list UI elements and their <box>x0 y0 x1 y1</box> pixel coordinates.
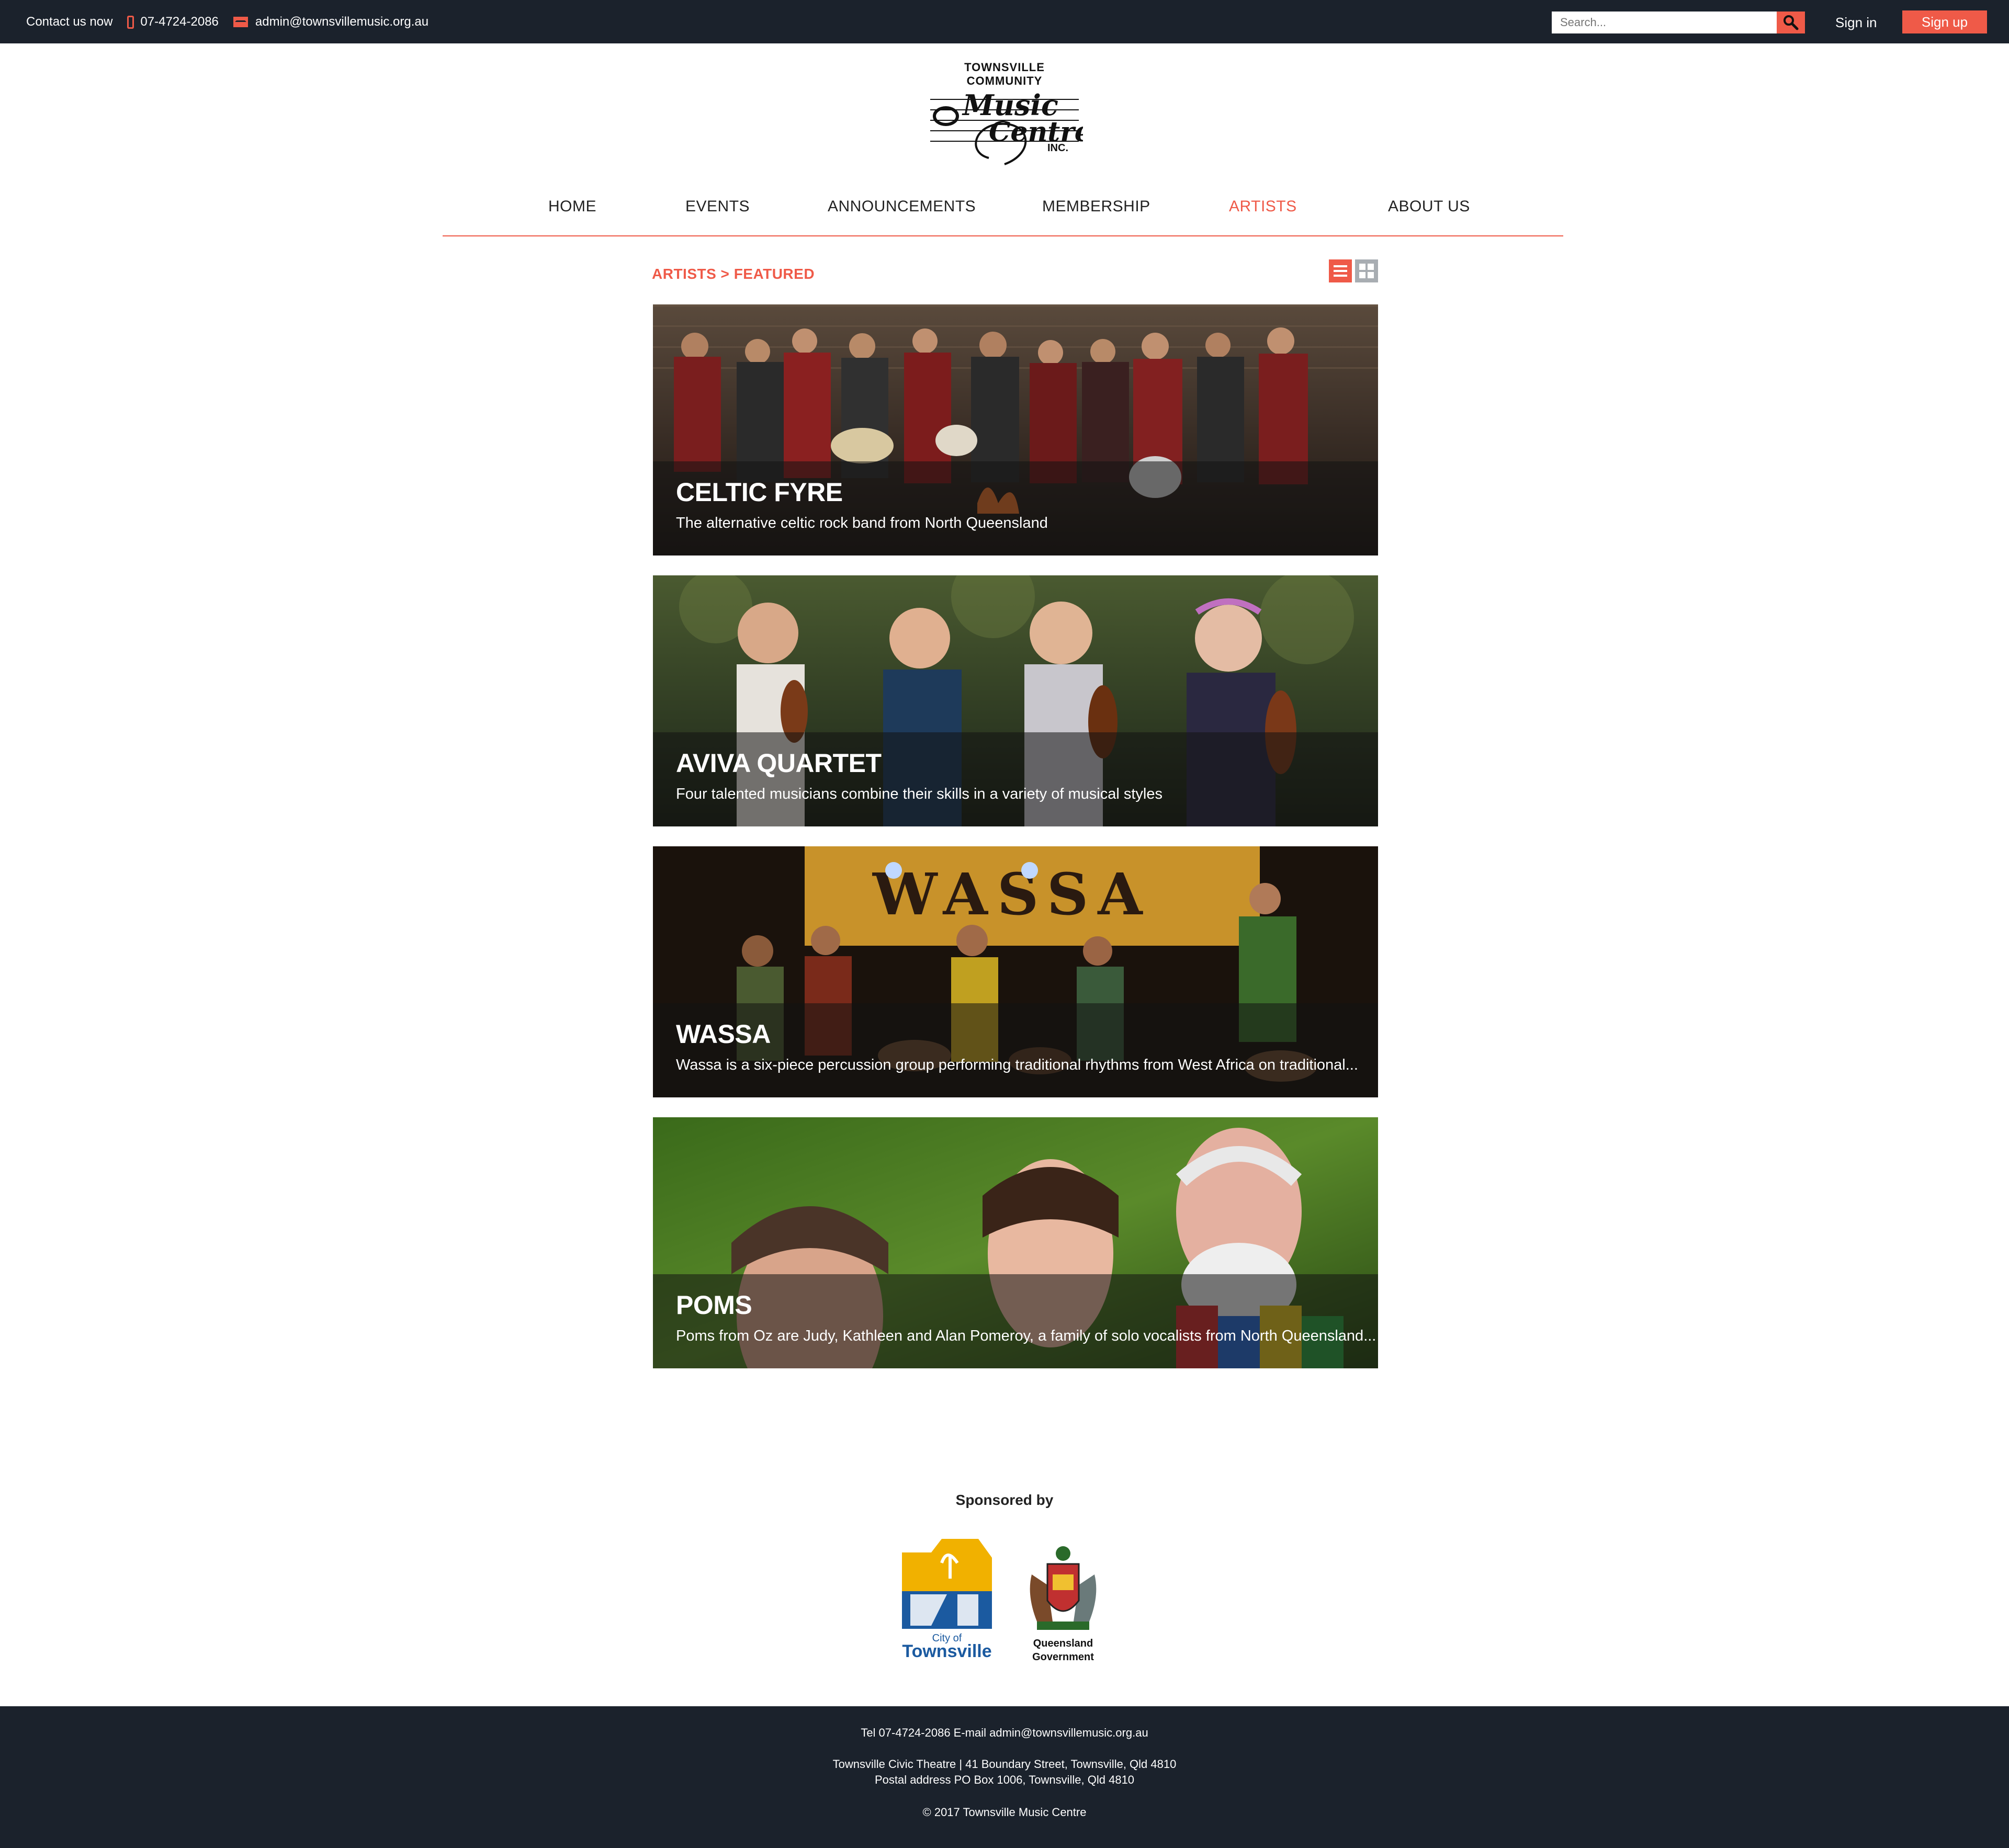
phone-icon <box>127 15 134 29</box>
artist-card-aviva-quartet[interactable]: AVIVA QUARTET Four talented musicians co… <box>653 575 1378 826</box>
sign-in-link[interactable]: Sign in <box>1835 12 1877 33</box>
footer-copyright: © 2017 Townsville Music Centre <box>922 1806 1087 1819</box>
card-caption-overlay <box>653 461 1378 555</box>
list-view-toggle[interactable] <box>1329 259 1352 282</box>
nav-events[interactable]: EVENTS <box>685 198 750 216</box>
site-footer: Tel 07-4724-2086 E-mail admin@townsville… <box>0 1706 2009 1848</box>
card-caption-overlay <box>653 1274 1378 1368</box>
logo-suffix: INC. <box>1047 142 1068 154</box>
artist-card-wassa[interactable]: WASSA WASSA Wassa is a six-piece percuss… <box>653 846 1378 1097</box>
queensland-coat-of-arms-icon: Queensland Government <box>1030 1546 1097 1663</box>
townsville-crest-icon: City of Townsville <box>902 1539 992 1661</box>
footer-contact: Tel 07-4724-2086 E-mail admin@townsville… <box>861 1726 1148 1739</box>
top-bar: Contact us now 07-4724-2086 admin@townsv… <box>0 0 2009 43</box>
contact-label: Contact us now <box>26 14 113 29</box>
sponsored-heading: Sponsored by <box>955 1492 1054 1508</box>
artist-description: Four talented musicians combine their sk… <box>676 786 1162 802</box>
nav-announcements[interactable]: ANNOUNCEMENTS <box>828 198 976 216</box>
sign-up-button[interactable]: Sign up <box>1902 10 1987 33</box>
sponsor-line2: Townsville <box>902 1641 991 1661</box>
artist-name: AVIVA QUARTET <box>676 749 882 778</box>
artist-name: POMS <box>676 1290 752 1320</box>
email-link[interactable]: admin@townsvillemusic.org.au <box>233 15 428 29</box>
music-note-logo-icon: Music Centre <box>930 88 1083 165</box>
artist-card-poms[interactable]: POMS Poms from Oz are Judy, Kathleen and… <box>653 1117 1378 1368</box>
artist-description: Poms from Oz are Judy, Kathleen and Alan… <box>676 1328 1376 1344</box>
city-of-townsville-logo[interactable]: City of Townsville <box>900 1537 994 1662</box>
artist-name: CELTIC FYRE <box>676 478 843 507</box>
search-icon <box>1784 15 1799 30</box>
svg-text:Centre: Centre <box>989 116 1083 148</box>
site-logo[interactable]: TOWNSVILLE COMMUNITY Music Centre INC. <box>926 59 1083 174</box>
footer-postal: Postal address PO Box 1006, Townsville, … <box>874 1773 1135 1786</box>
grid-view-toggle[interactable] <box>1355 259 1378 282</box>
sponsor-line2: Government <box>1032 1651 1094 1663</box>
nav-membership[interactable]: MEMBERSHIP <box>1042 198 1150 216</box>
artist-card-celtic-fyre[interactable]: CELTIC FYRE The alternative celtic rock … <box>653 304 1378 555</box>
svg-text:WASSA: WASSA <box>872 860 1152 928</box>
artist-name: WASSA <box>676 1019 771 1049</box>
sponsor-line1: Queensland <box>1033 1638 1093 1649</box>
breadcrumb: ARTISTS > FEATURED <box>652 266 815 282</box>
main-nav: HOME EVENTS ANNOUNCEMENTS MEMBERSHIP ART… <box>443 194 1563 236</box>
nav-home[interactable]: HOME <box>548 198 596 216</box>
contact-info: Contact us now 07-4724-2086 admin@townsv… <box>26 0 443 43</box>
artist-description: The alternative celtic rock band from No… <box>676 515 1048 531</box>
phone-link[interactable]: 07-4724-2086 <box>127 15 219 29</box>
nav-artists[interactable]: ARTISTS <box>1229 198 1297 216</box>
queensland-government-logo[interactable]: Queensland Government <box>1016 1543 1110 1663</box>
footer-address: Townsville Civic Theatre | 41 Boundary S… <box>832 1758 1177 1771</box>
card-caption-overlay <box>653 1003 1378 1097</box>
artist-description: Wassa is a six-piece percussion group pe… <box>676 1057 1358 1073</box>
card-caption-overlay <box>653 732 1378 826</box>
mail-icon <box>233 17 248 28</box>
search-input[interactable] <box>1552 12 1777 33</box>
search-button[interactable] <box>1777 12 1805 33</box>
nav-about-us[interactable]: ABOUT US <box>1388 198 1470 216</box>
